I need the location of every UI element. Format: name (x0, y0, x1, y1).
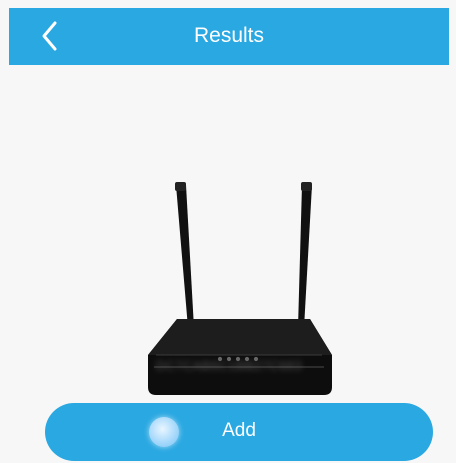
device-serial-number: DC7CAB6C1BB27C683 (155, 358, 303, 373)
add-button-label: Add (222, 420, 256, 441)
top-bar: Results (9, 8, 449, 65)
add-button[interactable]: Add (45, 403, 433, 461)
page-title: Results (193, 24, 265, 47)
results-content: DC7CAB6C1BB27C683 Add (9, 65, 449, 461)
